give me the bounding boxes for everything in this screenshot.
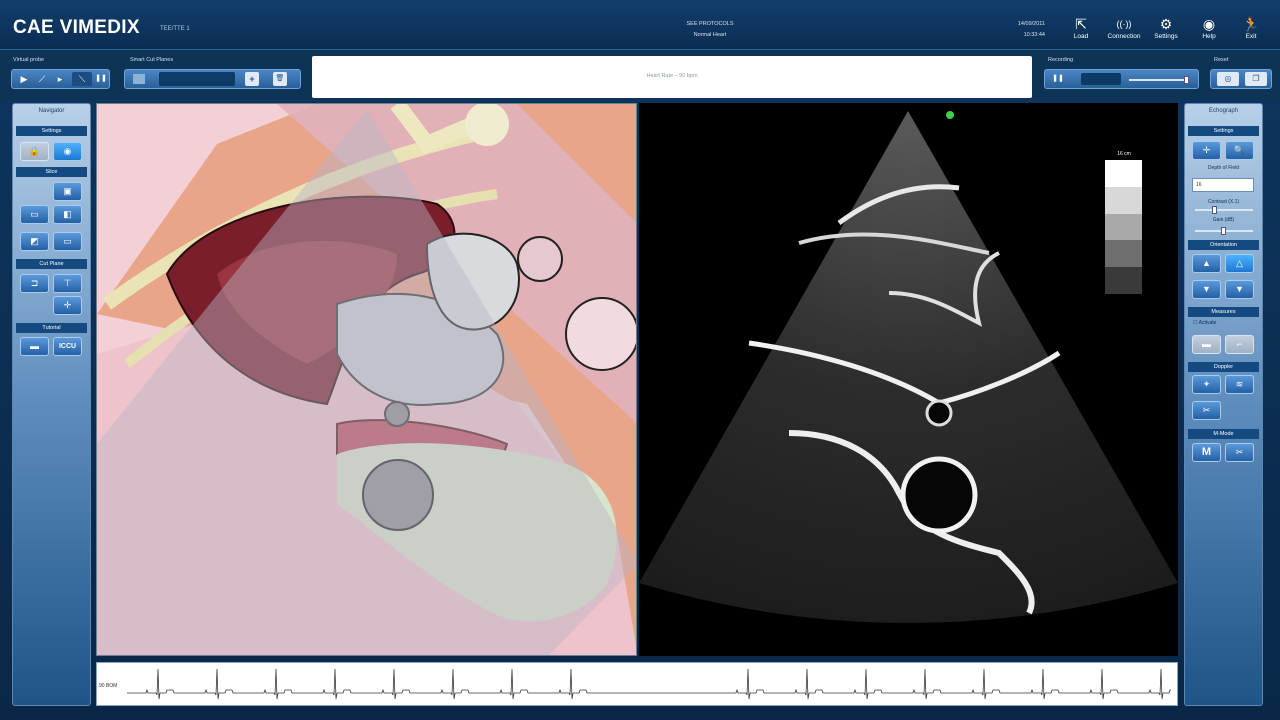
ecg-strip: 90 BOM — [96, 662, 1178, 706]
case-info: SEE PROTOCOLS Normal Heart — [660, 19, 760, 41]
lock-icon[interactable]: 🔒 — [20, 142, 49, 161]
module-version: TEE/TTE 1 — [160, 26, 190, 32]
recording-slider[interactable] — [1129, 76, 1189, 84]
help-button[interactable]: ◉ Help — [1186, 15, 1232, 43]
cut-plane-selector[interactable] — [159, 72, 235, 86]
gain-label: Gain (dB) — [1212, 217, 1235, 223]
anatomy-3d-view[interactable] — [96, 103, 637, 656]
probe-tilt-icon[interactable]: ⟍ — [72, 72, 92, 86]
depth-scale-label: 16 cm — [1117, 151, 1131, 157]
orient-up-left-icon[interactable]: ▲ — [1192, 254, 1221, 273]
app-header: CAE VIMEDIX TEE/TTE 1 SEE PROTOCOLS Norm… — [0, 0, 1280, 50]
orient-down-right-icon[interactable]: ▼ — [1225, 280, 1254, 299]
cutplane-1-icon[interactable]: ⊐ — [20, 274, 49, 293]
measure-area-icon[interactable]: ⌐ — [1225, 335, 1254, 354]
cutplane-3-icon[interactable]: ✛ — [53, 296, 82, 315]
iccu-button[interactable]: ICCU — [53, 337, 82, 356]
trash-icon[interactable]: 🗑 — [273, 72, 287, 86]
recording-label: Recording — [1048, 57, 1074, 63]
grayscale-bar — [1105, 160, 1142, 294]
vimedix-app: CAE VIMEDIX TEE/TTE 1 SEE PROTOCOLS Norm… — [0, 0, 1280, 720]
activate-checkbox[interactable]: ☐ Activate — [1193, 320, 1233, 326]
probe-move-icon[interactable]: ▶ — [16, 72, 32, 86]
brand-title: CAE VIMEDIX — [13, 17, 140, 38]
gear-icon: ⚙ — [1159, 16, 1173, 32]
load-icon: ⇱ — [1075, 16, 1087, 32]
echo-settings-header: Settings — [1188, 126, 1259, 136]
measure-line-icon[interactable]: ▬ — [1192, 335, 1221, 354]
smart-cut-group: + 🗑 — [124, 69, 301, 89]
orient-down-left-icon[interactable]: ▼ — [1192, 280, 1221, 299]
doppler-color-icon[interactable]: ✦ — [1192, 375, 1221, 394]
echo-mmode-header: M-Mode — [1188, 429, 1259, 439]
slice-view-5-icon[interactable]: ▭ — [53, 232, 82, 251]
recording-timer — [1081, 73, 1121, 85]
contrast-slider[interactable] — [1195, 206, 1253, 214]
date-text: 14/09/2011 — [1017, 21, 1045, 27]
echo-measures-header: Measures — [1188, 307, 1259, 317]
cutplane-2-icon[interactable]: ⊤ — [53, 274, 82, 293]
echo-doppler-header: Doppler — [1188, 362, 1259, 372]
connection-icon: ((·)) — [1116, 19, 1132, 29]
slice-view-4-icon[interactable]: ◩ — [20, 232, 49, 251]
reset-group: ◎ ❐ — [1210, 69, 1272, 89]
orient-up-right-icon[interactable]: △ — [1225, 254, 1254, 273]
settings-button[interactable]: ⚙ Settings — [1143, 15, 1189, 43]
message-text: Heart Rate – 90 bpm — [646, 73, 698, 79]
ultrasound-view[interactable] — [639, 103, 1178, 656]
mmode-cursor-icon[interactable]: ✂ — [1225, 443, 1254, 462]
nav-tutorial-header: Tutorial — [16, 323, 87, 333]
ecg-trace — [127, 668, 1171, 700]
camera-icon[interactable]: ◎ — [1217, 72, 1239, 86]
doppler-cursor-icon[interactable]: ✂ — [1192, 401, 1221, 420]
reset-label: Reset — [1214, 57, 1229, 63]
virtual-probe-label: Virtual probe — [13, 57, 45, 63]
depth-label: Depth of Field — [1207, 165, 1240, 171]
help-icon: ◉ — [1202, 16, 1216, 32]
windows-icon[interactable]: ❐ — [1245, 72, 1267, 86]
echo-orientation-header: Orientation — [1188, 240, 1259, 250]
nav-settings-header: Settings — [16, 126, 87, 136]
eye-icon[interactable]: ◉ — [53, 142, 82, 161]
smart-cut-label: Smart Cut Planes — [130, 57, 174, 63]
probe-rotate-icon[interactable]: ⟋ — [34, 72, 50, 86]
depth-field[interactable]: 16 — [1192, 178, 1254, 192]
ecg-label: 90 BOM — [99, 683, 118, 689]
add-icon[interactable]: + — [245, 72, 259, 86]
recording-group: ❚❚ — [1044, 69, 1199, 89]
contrast-label: Contrast (X.1) — [1207, 199, 1240, 205]
echograph-title: Echograph — [1208, 108, 1239, 114]
time-text: 10:33:44 — [1023, 32, 1045, 38]
probe-play-icon[interactable]: ▸ — [52, 72, 68, 86]
zoom-icon[interactable]: 🔍 — [1225, 141, 1254, 160]
cut-plane-icon[interactable] — [133, 74, 145, 84]
mmode-button[interactable]: M — [1192, 443, 1221, 462]
doppler-wave-icon[interactable]: ≋ — [1225, 375, 1254, 394]
slice-view-3-icon[interactable]: ◧ — [53, 205, 82, 224]
exit-button[interactable]: 🏃 Exit — [1228, 15, 1274, 43]
navigator-title: Navigator — [38, 108, 65, 114]
virtual-probe-group: ▶ ⟋ ▸ ⟍ ❚❚ — [11, 69, 110, 89]
message-bar: Heart Rate – 90 bpm — [312, 56, 1032, 98]
slice-view-1-icon[interactable]: ▣ — [53, 182, 82, 201]
gain-slider[interactable] — [1195, 227, 1253, 235]
patient-label: SEE PROTOCOLS — [686, 21, 734, 27]
nav-cutplane-header: Cut Plane — [16, 259, 87, 269]
record-pause-icon[interactable]: ❚❚ — [1051, 72, 1065, 86]
exit-icon: 🏃 — [1242, 16, 1260, 32]
echograph-panel: Echograph Settings ✛ 🔍 Depth of Field 16… — [1184, 103, 1263, 706]
crosshair-icon[interactable]: ✛ — [1192, 141, 1221, 160]
nav-slice-header: Slice — [16, 167, 87, 177]
datetime: 14/09/2011 10:33:44 — [995, 19, 1045, 41]
ultrasound-sector — [639, 111, 1178, 623]
connection-button[interactable]: ((·)) Connection — [1101, 15, 1147, 43]
tutorial-1-button[interactable]: ▬ — [20, 337, 49, 356]
load-button[interactable]: ⇱ Load — [1058, 15, 1104, 43]
navigator-panel: Navigator Settings 🔒 ◉ Slice ▣ ▭ ◧ ◩ ▭ C… — [12, 103, 91, 706]
probe-orientation-marker — [946, 111, 954, 119]
slice-view-2-icon[interactable]: ▭ — [20, 205, 49, 224]
pause-icon[interactable]: ❚❚ — [94, 72, 108, 86]
case-name: Normal Heart — [693, 32, 727, 38]
heart-model-graphic — [97, 104, 636, 655]
